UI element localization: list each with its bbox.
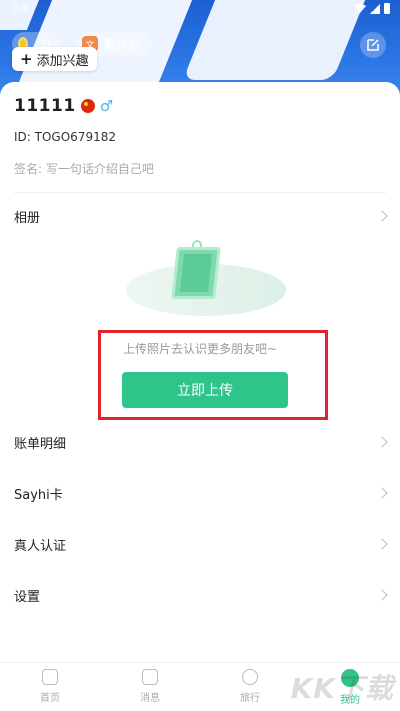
- album-row[interactable]: 相册: [0, 196, 400, 236]
- tab-label: 消息: [140, 693, 160, 704]
- menu-item-label: 真人认证: [14, 538, 67, 554]
- tab-travel[interactable]: 旅行: [220, 669, 280, 704]
- watermark: KK下载: [290, 672, 394, 705]
- id-value: TOGO679182: [34, 130, 116, 144]
- status-bar: 3:3: [0, 0, 400, 20]
- edit-profile-button[interactable]: [360, 32, 386, 58]
- divider: [14, 192, 386, 193]
- chevron-right-icon: [376, 210, 388, 222]
- edit-icon: [367, 39, 379, 51]
- status-time: 3:3: [12, 4, 29, 15]
- user-id: ID: TOGO679182: [14, 130, 116, 144]
- menu-item-label: 设置: [14, 589, 41, 605]
- message-icon: [142, 669, 158, 685]
- menu-item-verification[interactable]: 真人认证: [0, 524, 400, 564]
- chevron-right-icon: [376, 589, 388, 601]
- wifi-icon: [354, 3, 366, 13]
- china-flag-icon: [80, 99, 95, 113]
- menu-item-settings[interactable]: 设置: [0, 575, 400, 615]
- user-name: 11111: [14, 96, 76, 116]
- menu-item-billing[interactable]: 账单明细: [0, 422, 400, 462]
- home-icon: [42, 669, 58, 685]
- tab-label: 旅行: [240, 693, 260, 704]
- add-interest-button[interactable]: + 添加兴趣: [12, 47, 97, 71]
- signature-field[interactable]: 签名: 写一句话介绍自己吧: [14, 160, 154, 177]
- id-label: ID:: [14, 130, 31, 144]
- profile-card: 11111 ♂ ID: TOGO679182 签名: 写一句话介绍自己吧 相册 …: [0, 82, 400, 662]
- empty-album-illustration: [126, 234, 286, 319]
- tab-home[interactable]: 首页: [20, 669, 80, 704]
- signal-icon: [370, 3, 380, 14]
- menu-item-label: Sayhi卡: [14, 487, 63, 503]
- signature-label: 签名:: [14, 162, 43, 176]
- chevron-right-icon: [376, 487, 388, 499]
- male-gender-icon: ♂: [99, 97, 114, 115]
- navigate-icon: [242, 669, 258, 685]
- tab-messages[interactable]: 消息: [120, 669, 180, 704]
- name-row: 11111 ♂: [14, 96, 113, 116]
- menu-item-sayhi-card[interactable]: Sayhi卡: [0, 473, 400, 513]
- signature-placeholder: 写一句话介绍自己吧: [45, 162, 154, 176]
- add-interest-label: 添加兴趣: [36, 53, 89, 69]
- translate-label: 翻译包: [104, 37, 141, 52]
- tab-label: 首页: [40, 693, 60, 704]
- plus-icon: +: [20, 50, 33, 68]
- highlight-box: [98, 330, 328, 420]
- menu-item-label: 账单明细: [14, 436, 67, 452]
- album-label: 相册: [14, 210, 41, 226]
- chevron-right-icon: [376, 436, 388, 448]
- battery-icon: [384, 3, 390, 14]
- chevron-right-icon: [376, 538, 388, 550]
